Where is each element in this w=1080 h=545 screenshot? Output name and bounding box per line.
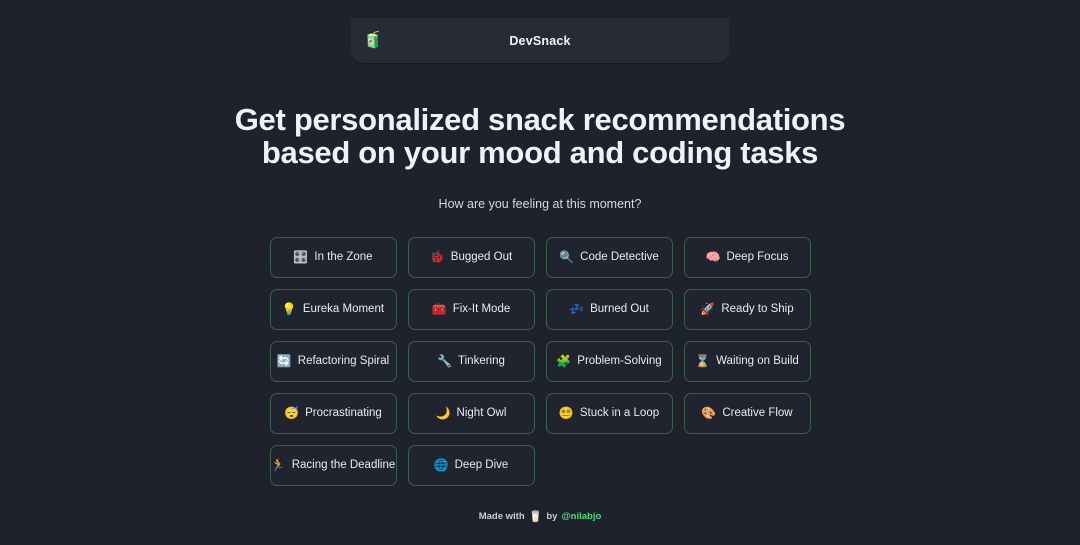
mood-button[interactable]: 🔍 Code Detective (545, 236, 673, 278)
wrench-icon: 🔧 (437, 354, 453, 369)
mood-button-label: Creative Flow (722, 407, 793, 420)
mood-button[interactable]: 🎨 Creative Flow (683, 392, 811, 434)
magnifying-glass-icon: 🔍 (559, 250, 575, 265)
zzz-sleep-icon: 💤 (569, 302, 585, 317)
page-title-line-2: based on your mood and coding tasks (261, 135, 819, 171)
page-title-line-1: Get personalized snack recommendations (234, 102, 846, 137)
glass-of-milk-icon: 🥛 (528, 511, 543, 523)
mood-button-label: Deep Focus (726, 251, 789, 264)
mood-button-label: Eureka Moment (302, 303, 385, 316)
mood-button-label: Ready to Ship (721, 303, 794, 316)
mood-button[interactable]: 🧰 Fix-It Mode (407, 288, 535, 330)
footer-made-with-label: Made with (478, 511, 525, 522)
mood-button-label: Stuck in a Loop (579, 407, 660, 420)
app-header-bar: 🧃 DevSnack (351, 18, 729, 63)
mood-button-label: Code Detective (580, 251, 659, 264)
mood-prompt-label: How are you feeling at this moment? (438, 196, 642, 211)
mood-button[interactable]: 🐞 Bugged Out (407, 236, 535, 278)
dizzy-face-icon: 😵‍💫 (558, 406, 574, 421)
mood-button[interactable]: 😴 Procrastinating (269, 392, 397, 434)
mood-button[interactable]: 🧠 Deep Focus (683, 236, 811, 278)
hero-section: Get personalized snack recommendations b… (0, 103, 1080, 211)
mood-button[interactable]: 🧩 Problem-Solving (545, 340, 673, 382)
mood-button-label: Bugged Out (450, 251, 513, 264)
mood-button-label: Procrastinating (305, 407, 382, 420)
control-knobs-icon: 🎛️ (293, 250, 309, 265)
hourglass-icon: ⌛ (695, 354, 711, 369)
snack-bag-icon: 🧃 (363, 31, 383, 49)
mood-button-label: Burned Out (590, 303, 649, 316)
mood-button[interactable]: 🌐 Deep Dive (407, 444, 535, 486)
mood-button-label: Tinkering (458, 355, 505, 368)
puzzle-piece-icon: 🧩 (556, 354, 572, 369)
page-title: Get personalized snack recommendations b… (100, 103, 980, 170)
sleeping-face-icon: 😴 (284, 406, 300, 421)
app-title: DevSnack (509, 33, 571, 48)
mood-button-label: Fix-It Mode (452, 303, 511, 316)
mood-button-label: Racing the Deadline (291, 459, 396, 472)
mood-button[interactable]: 🎛️ In the Zone (269, 236, 397, 278)
mood-button[interactable]: 💤 Burned Out (545, 288, 673, 330)
mood-button-label: Problem-Solving (577, 355, 662, 368)
mood-button-label: Refactoring Spiral (297, 355, 390, 368)
globe-icon: 🌐 (433, 458, 449, 473)
toolbox-icon: 🧰 (431, 302, 447, 317)
brain-icon: 🧠 (705, 250, 721, 265)
counterclockwise-arrows-icon: 🔄 (276, 354, 292, 369)
mood-button[interactable]: 😵‍💫 Stuck in a Loop (545, 392, 673, 434)
mood-button-label: Night Owl (456, 407, 507, 420)
artist-palette-icon: 🎨 (701, 406, 717, 421)
mood-button[interactable]: 🔧 Tinkering (407, 340, 535, 382)
footer: Made with 🥛 by @nilabjo (0, 510, 1080, 523)
mood-button[interactable]: 🔄 Refactoring Spiral (269, 340, 397, 382)
header-region: 🧃 DevSnack (0, 0, 1080, 63)
mood-button[interactable]: 🚀 Ready to Ship (683, 288, 811, 330)
lady-beetle-icon: 🐞 (429, 250, 445, 265)
mood-button[interactable]: 🌙 Night Owl (407, 392, 535, 434)
rocket-icon: 🚀 (700, 302, 716, 317)
author-handle-link[interactable]: @nilabjo (561, 511, 601, 522)
light-bulb-icon: 💡 (281, 302, 297, 317)
mood-button-label: In the Zone (314, 251, 373, 264)
mood-button[interactable]: 💡 Eureka Moment (269, 288, 397, 330)
mood-button[interactable]: 🏃 Racing the Deadline (269, 444, 397, 486)
crescent-moon-icon: 🌙 (435, 406, 451, 421)
footer-by-label: by (546, 511, 558, 522)
mood-options-grid: 🎛️ In the Zone 🐞 Bugged Out 🔍 Code Detective 🧠… (269, 236, 812, 486)
running-person-icon: 🏃 (270, 458, 286, 473)
mood-button-label: Waiting on Build (716, 355, 799, 368)
mood-button-label: Deep Dive (454, 459, 509, 472)
mood-button[interactable]: ⌛ Waiting on Build (683, 340, 811, 382)
